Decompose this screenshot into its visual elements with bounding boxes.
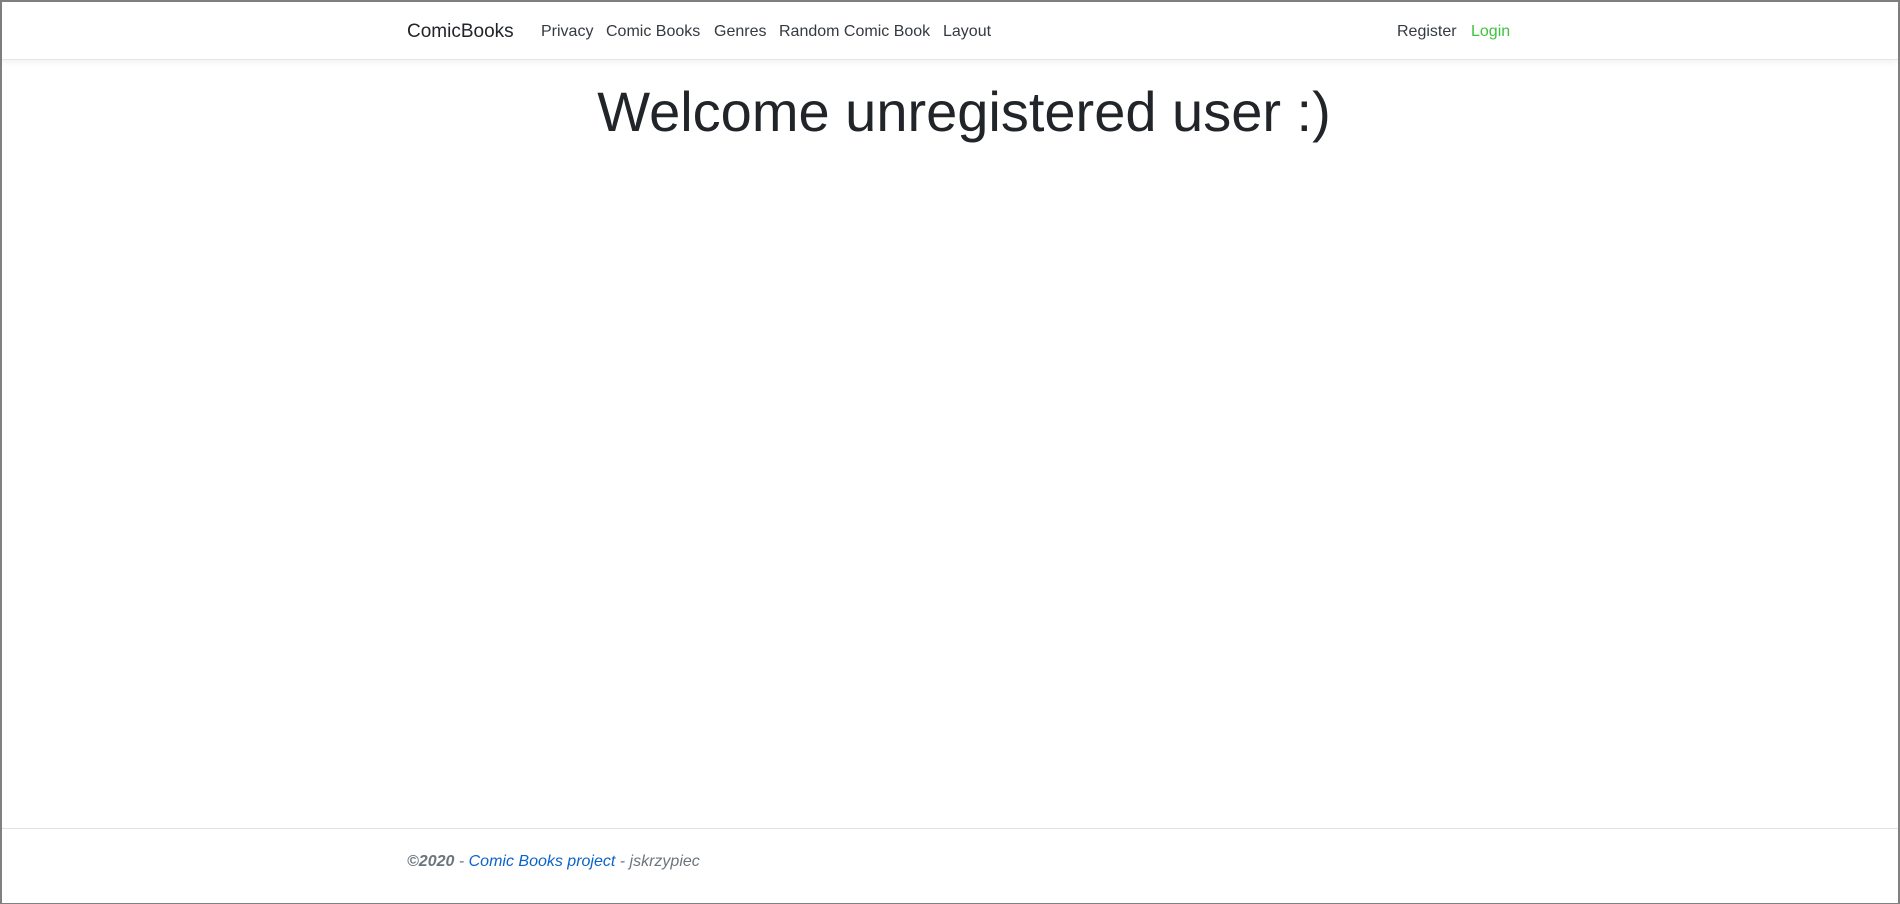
brand-link[interactable]: ComicBooks [407,21,514,43]
top-navbar: ComicBooks Privacy Comic Books Genres Ra… [2,2,1898,60]
nav-link-layout[interactable]: Layout [943,23,991,41]
nav-link-privacy[interactable]: Privacy [541,23,593,41]
browser-viewport: ComicBooks Privacy Comic Books Genres Ra… [0,0,1900,904]
nav-link-genres[interactable]: Genres [714,23,766,41]
footer-separator: - [615,853,630,870]
footer-project-link[interactable]: Comic Books project [469,853,616,870]
nav-link-comic-books[interactable]: Comic Books [606,23,700,41]
footer-text: ©2020 - Comic Books project - jskrzypiec [407,853,700,871]
footer-author: jskrzypiec [629,853,700,870]
nav-link-random-comic-book[interactable]: Random Comic Book [779,23,930,41]
login-link[interactable]: Login [1471,23,1510,41]
page-footer: ©2020 - Comic Books project - jskrzypiec [2,828,1898,903]
register-link[interactable]: Register [1397,23,1457,41]
footer-copyright: ©2020 [407,853,455,870]
welcome-heading: Welcome unregistered user :) [597,80,1331,143]
footer-separator: - [454,853,469,870]
